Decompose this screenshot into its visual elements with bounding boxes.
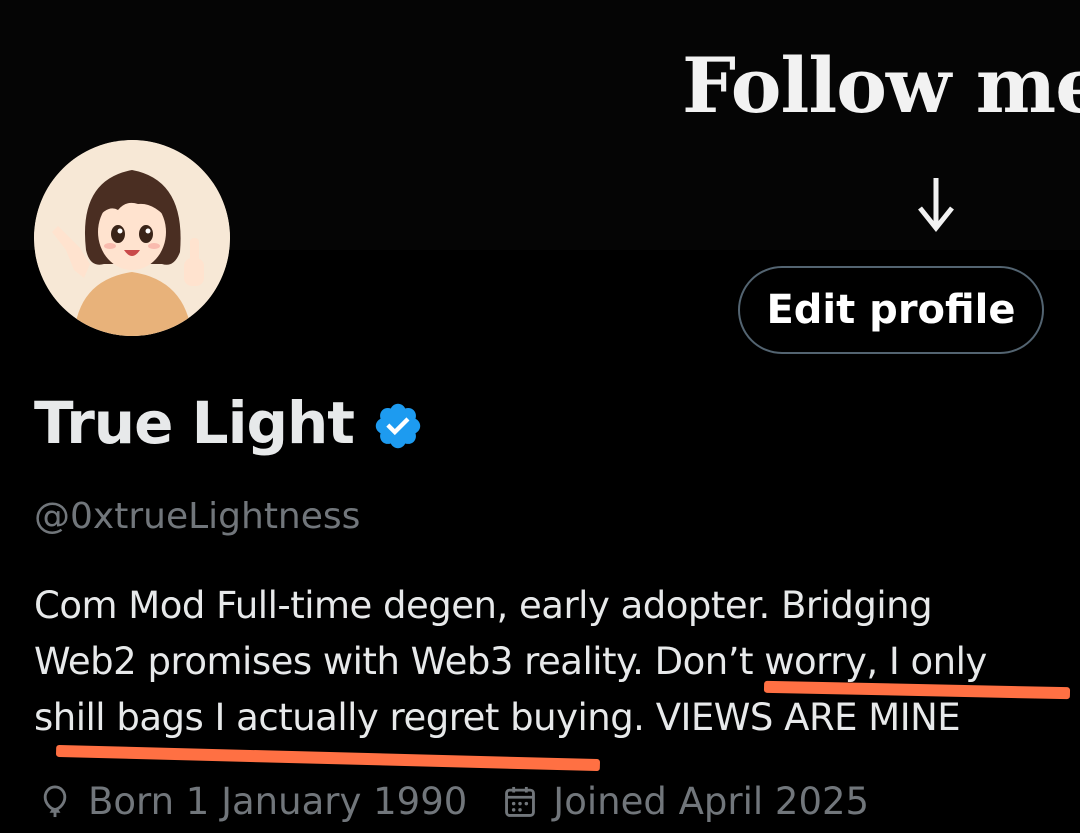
- user-handle: @0xtrueLightness: [34, 496, 361, 537]
- born-text: Born 1 January 1990: [88, 780, 468, 823]
- highlight-underline: [55, 744, 601, 772]
- display-name: True Light: [34, 389, 355, 457]
- edit-profile-button[interactable]: Edit profile: [738, 266, 1044, 354]
- balloon-icon: [43, 785, 67, 817]
- calendar-icon: [505, 786, 536, 817]
- bio: Com Mod Full-time degen, early adopter. …: [34, 578, 1054, 746]
- bio-line: Com Mod Full-time degen, early adopter. …: [34, 584, 933, 627]
- bio-line: Web2 promises with Web3 reality. Don’t w…: [34, 640, 987, 683]
- joined-item: Joined April 2025: [501, 780, 869, 823]
- joined-text: Joined April 2025: [553, 780, 870, 823]
- down-arrow-icon: [918, 178, 954, 233]
- name-row: True Light: [34, 389, 424, 457]
- banner-text: Follow me: [682, 41, 1080, 130]
- profile-meta: Born 1 January 1990 Joined April 2025: [36, 780, 869, 823]
- verified-badge-icon[interactable]: [372, 400, 424, 452]
- anime-girl-avatar: [34, 140, 230, 336]
- born-item: Born 1 January 1990: [36, 780, 467, 823]
- avatar[interactable]: [34, 140, 230, 336]
- bio-line: shill bags I actually regret buying. VIE…: [34, 696, 961, 739]
